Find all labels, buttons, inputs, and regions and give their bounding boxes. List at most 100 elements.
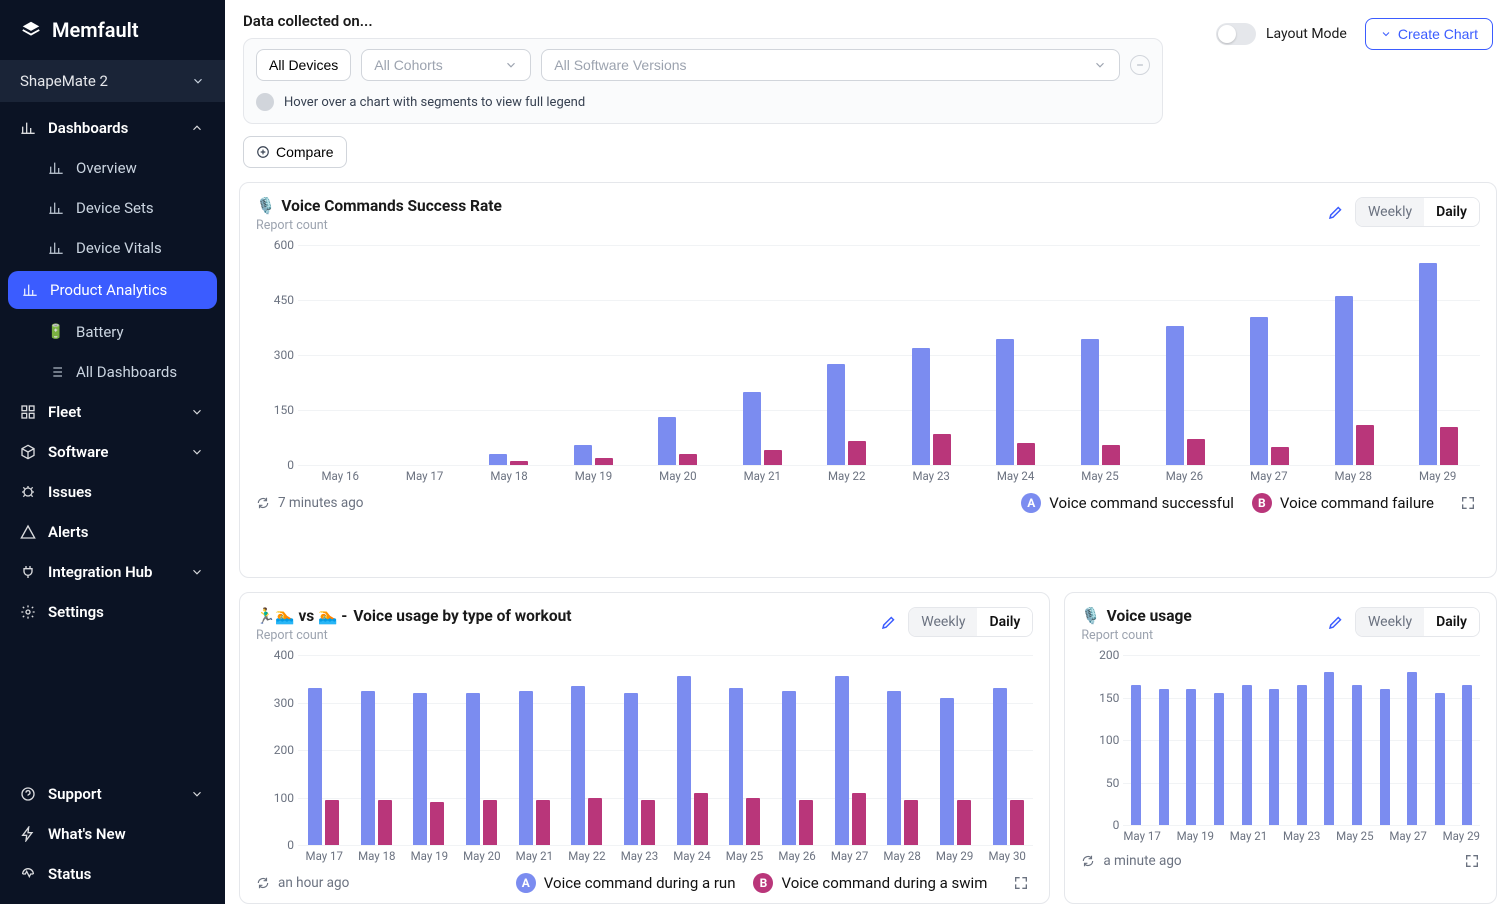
bar[interactable] [624,693,638,845]
bar[interactable] [1419,263,1437,465]
expand-chart-button[interactable] [1013,875,1029,891]
create-chart-button[interactable]: Create Chart [1365,18,1493,50]
bar[interactable] [510,461,528,465]
bar[interactable] [1102,445,1120,465]
expand-chart-button[interactable] [1464,853,1480,869]
bar[interactable] [940,698,954,845]
sidebar-section-what's-new[interactable]: What's New [0,814,225,854]
bar[interactable] [641,800,655,845]
expand-chart-button[interactable] [1460,495,1476,511]
remove-filter-button[interactable] [1130,55,1150,75]
bar[interactable] [1242,685,1252,825]
bar[interactable] [835,676,849,845]
bar[interactable] [848,441,866,465]
bar[interactable] [1380,689,1390,825]
segment-weekly[interactable]: Weekly [1356,198,1424,226]
sidebar-section-support[interactable]: Support [0,774,225,814]
bar[interactable] [1407,672,1417,825]
project-selector[interactable]: ShapeMate 2 [0,60,225,102]
bar[interactable] [764,450,782,465]
bar[interactable] [852,793,866,845]
bar[interactable] [1010,800,1024,845]
bar[interactable] [912,348,930,465]
bar[interactable] [1131,685,1141,825]
bar[interactable] [378,800,392,845]
bar[interactable] [1166,326,1184,465]
filter-versions-select[interactable]: All Software Versions [541,49,1120,81]
refresh-icon[interactable] [256,496,270,510]
bar[interactable] [1462,685,1472,825]
segment-daily[interactable]: Daily [977,608,1032,636]
segment-weekly[interactable]: Weekly [1356,608,1424,636]
refresh-icon[interactable] [256,876,270,890]
brand-logo[interactable]: Memfault [0,0,225,60]
bar[interactable] [679,454,697,465]
bar[interactable] [571,686,585,845]
sidebar-section-integration-hub[interactable]: Integration Hub [0,552,225,592]
bar[interactable] [574,445,592,465]
bar[interactable] [827,364,845,465]
bar[interactable] [658,417,676,465]
sidebar-section-software[interactable]: Software [0,432,225,472]
bar[interactable] [519,691,533,845]
bar[interactable] [904,800,918,845]
bar[interactable] [1435,693,1445,825]
bar[interactable] [588,798,602,846]
bar[interactable] [1159,689,1169,825]
bar[interactable] [1017,443,1035,465]
sidebar-item-product-analytics[interactable]: Product Analytics [8,271,217,309]
bar[interactable] [489,454,507,465]
bar[interactable] [1269,689,1279,825]
segment-weekly[interactable]: Weekly [909,608,977,636]
bar[interactable] [746,798,760,846]
bar[interactable] [799,800,813,845]
bar[interactable] [1081,339,1099,466]
refresh-icon[interactable] [1081,854,1095,868]
bar[interactable] [1250,317,1268,466]
edit-chart-button[interactable] [1327,613,1345,631]
bar[interactable] [887,691,901,845]
sidebar-section-fleet[interactable]: Fleet [0,392,225,432]
bar[interactable] [1271,447,1289,465]
sidebar-section-settings[interactable]: Settings [0,592,225,632]
segment-daily[interactable]: Daily [1424,198,1479,226]
bar[interactable] [1440,427,1458,466]
sidebar-item-device-sets[interactable]: Device Sets [0,188,225,228]
sidebar-section-status[interactable]: Status [0,854,225,894]
bar[interactable] [1214,693,1224,825]
bar[interactable] [413,693,427,845]
segment-daily[interactable]: Daily [1424,608,1479,636]
bar[interactable] [677,676,691,845]
filter-cohorts-select[interactable]: All Cohorts [361,49,531,81]
compare-button[interactable]: Compare [243,136,347,168]
edit-chart-button[interactable] [880,613,898,631]
bar[interactable] [483,800,497,845]
bar[interactable] [466,693,480,845]
bar[interactable] [1297,685,1307,825]
bar[interactable] [308,688,322,845]
sidebar-item-all-dashboards[interactable]: All Dashboards [0,352,225,392]
bar[interactable] [957,800,971,845]
bar[interactable] [729,688,743,845]
bar[interactable] [1324,672,1334,825]
bar[interactable] [325,800,339,845]
bar[interactable] [536,800,550,845]
bar[interactable] [933,434,951,465]
bar[interactable] [1335,296,1353,465]
bar[interactable] [782,691,796,845]
sidebar-section-dashboards[interactable]: Dashboards [0,108,225,148]
bar[interactable] [1187,439,1205,465]
bar[interactable] [993,688,1007,845]
bar[interactable] [1352,685,1362,825]
bar[interactable] [595,458,613,465]
bar[interactable] [694,793,708,845]
bar[interactable] [996,339,1014,466]
sidebar-item-device-vitals[interactable]: Device Vitals [0,228,225,268]
bar[interactable] [1186,689,1196,825]
sidebar-item-battery[interactable]: 🔋Battery [0,312,225,352]
filter-all-devices[interactable]: All Devices [256,49,351,81]
bar[interactable] [430,802,444,845]
bar[interactable] [743,392,761,465]
layout-mode-toggle[interactable] [1216,23,1256,45]
sidebar-item-overview[interactable]: Overview [0,148,225,188]
